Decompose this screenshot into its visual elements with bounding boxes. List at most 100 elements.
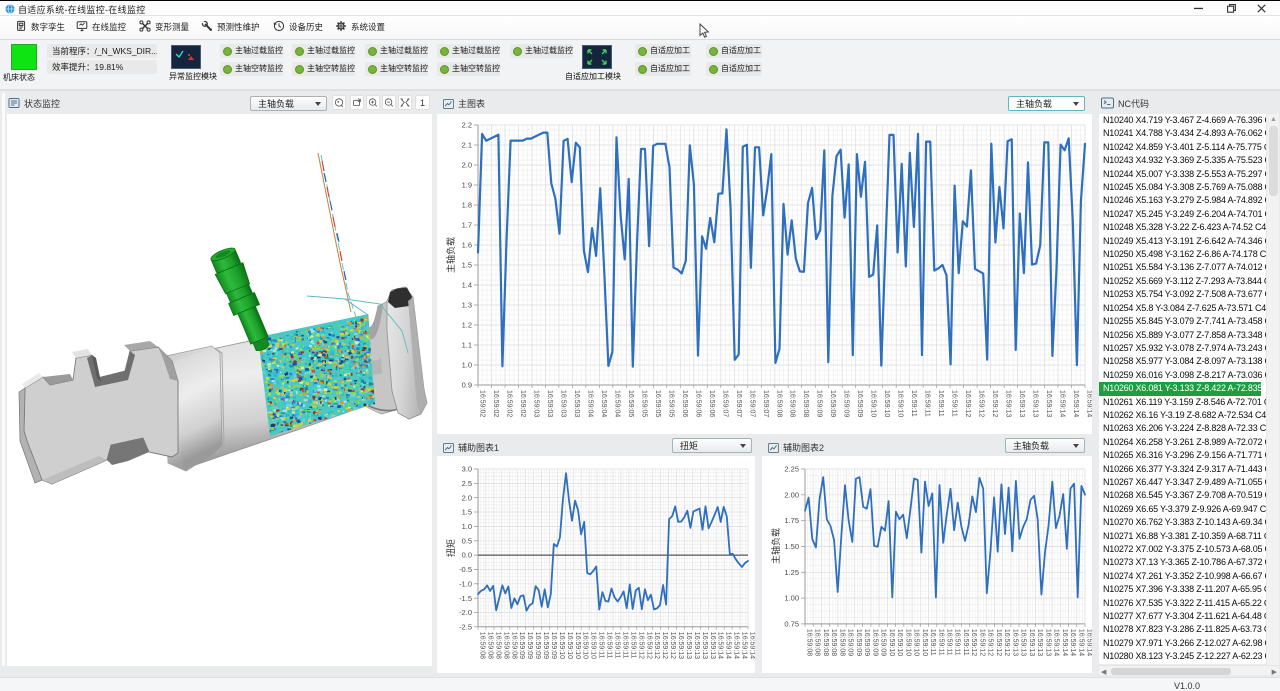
svg-text:1.4: 1.4 [462, 281, 472, 290]
svg-text:16:59:11: 16:59:11 [598, 632, 605, 659]
svg-text:16:59:05: 16:59:05 [654, 390, 661, 417]
svg-text:16:59:14: 16:59:14 [1072, 390, 1079, 417]
svg-text:2.00: 2.00 [784, 490, 799, 499]
svg-text:16:59:03: 16:59:03 [533, 390, 540, 417]
svg-text:16:59:14: 16:59:14 [1077, 629, 1084, 656]
svg-text:16:59:11: 16:59:11 [937, 390, 944, 417]
svg-text:16:59:08: 16:59:08 [838, 629, 845, 656]
svg-text:-1.5: -1.5 [459, 594, 472, 603]
svg-text:16:59:10: 16:59:10 [870, 390, 877, 417]
svg-text:16:59:13: 16:59:13 [709, 632, 716, 659]
svg-text:16:59:09: 16:59:09 [847, 629, 854, 656]
svg-text:16:59:05: 16:59:05 [627, 390, 634, 417]
svg-text:16:59:10: 16:59:10 [904, 629, 911, 656]
svg-text:16:59:09: 16:59:09 [863, 629, 870, 656]
svg-text:16:59:10: 16:59:10 [897, 390, 904, 417]
svg-text:16:59:03: 16:59:03 [573, 390, 580, 417]
svg-text:16:59:08: 16:59:08 [486, 632, 493, 659]
svg-text:16:59:13: 16:59:13 [701, 632, 708, 659]
svg-text:16:59:11: 16:59:11 [621, 632, 628, 659]
svg-text:1.75: 1.75 [784, 516, 799, 525]
svg-text:16:59:03: 16:59:03 [546, 390, 553, 417]
svg-text:16:59:08: 16:59:08 [479, 632, 486, 659]
svg-text:16:59:11: 16:59:11 [946, 629, 953, 656]
svg-text:16:59:14: 16:59:14 [1086, 390, 1093, 417]
svg-text:2.0: 2.0 [462, 161, 472, 170]
svg-text:16:59:08: 16:59:08 [822, 629, 829, 656]
svg-text:-1.0: -1.0 [459, 579, 472, 588]
svg-text:16:59:13: 16:59:13 [1044, 629, 1051, 656]
svg-text:16:59:09: 16:59:09 [518, 632, 525, 659]
svg-text:1.8: 1.8 [462, 201, 472, 210]
svg-text:16:59:06: 16:59:06 [708, 390, 715, 417]
svg-text:16:59:09: 16:59:09 [534, 632, 541, 659]
svg-text:16:59:07: 16:59:07 [748, 390, 755, 417]
svg-text:16:59:09: 16:59:09 [526, 632, 533, 659]
svg-text:16:59:14: 16:59:14 [1069, 629, 1076, 656]
svg-text:16:59:10: 16:59:10 [590, 632, 597, 659]
svg-text:16:59:09: 16:59:09 [550, 632, 557, 659]
svg-text:16:59:12: 16:59:12 [978, 390, 985, 417]
svg-text:16:59:11: 16:59:11 [962, 629, 969, 656]
svg-text:16:59:13: 16:59:13 [1020, 629, 1027, 656]
svg-text:16:59:09: 16:59:09 [542, 632, 549, 659]
svg-text:16:59:11: 16:59:11 [910, 390, 917, 417]
svg-text:16:59:02: 16:59:02 [506, 390, 513, 417]
svg-text:16:59:14: 16:59:14 [749, 632, 756, 659]
svg-text:16:59:14: 16:59:14 [725, 632, 732, 659]
svg-text:16:59:10: 16:59:10 [574, 632, 581, 659]
svg-text:16:59:12: 16:59:12 [995, 629, 1002, 656]
svg-text:16:59:03: 16:59:03 [559, 390, 566, 417]
svg-text:1.25: 1.25 [784, 568, 799, 577]
svg-text:16:59:12: 16:59:12 [653, 632, 660, 659]
svg-text:16:59:13: 16:59:13 [1028, 629, 1035, 656]
svg-text:16:59:14: 16:59:14 [717, 632, 724, 659]
svg-text:16:59:10: 16:59:10 [913, 629, 920, 656]
svg-text:1.0: 1.0 [462, 522, 472, 531]
svg-text:16:59:08: 16:59:08 [502, 632, 509, 659]
svg-text:16:59:11: 16:59:11 [629, 632, 636, 659]
svg-text:1.3: 1.3 [462, 301, 472, 310]
svg-text:16:59:12: 16:59:12 [991, 390, 998, 417]
svg-text:16:59:10: 16:59:10 [558, 632, 565, 659]
svg-text:16:59:14: 16:59:14 [1059, 390, 1066, 417]
svg-text:16:59:12: 16:59:12 [661, 632, 668, 659]
svg-text:16:59:14: 16:59:14 [1061, 629, 1068, 656]
svg-text:16:59:02: 16:59:02 [492, 390, 499, 417]
svg-text:1.7: 1.7 [462, 221, 472, 230]
svg-text:1.50: 1.50 [784, 542, 799, 551]
svg-text:-2.0: -2.0 [459, 608, 472, 617]
svg-text:16:59:12: 16:59:12 [669, 632, 676, 659]
svg-text:1.0: 1.0 [462, 361, 472, 370]
svg-text:16:59:08: 16:59:08 [775, 390, 782, 417]
svg-text:16:59:14: 16:59:14 [741, 632, 748, 659]
svg-text:1.5: 1.5 [462, 261, 472, 270]
svg-text:16:59:14: 16:59:14 [1053, 629, 1060, 656]
svg-text:16:59:09: 16:59:09 [855, 629, 862, 656]
svg-text:扭矩: 扭矩 [445, 539, 456, 557]
svg-text:0.75: 0.75 [784, 620, 799, 629]
svg-text:16:59:08: 16:59:08 [494, 632, 501, 659]
svg-text:16:59:11: 16:59:11 [924, 390, 931, 417]
svg-text:16:59:10: 16:59:10 [896, 629, 903, 656]
svg-text:16:59:04: 16:59:04 [600, 390, 607, 417]
svg-text:16:59:09: 16:59:09 [843, 390, 850, 417]
svg-text:0.9: 0.9 [462, 381, 472, 390]
svg-text:16:59:11: 16:59:11 [606, 632, 613, 659]
svg-text:16:59:13: 16:59:13 [693, 632, 700, 659]
svg-text:1.1: 1.1 [462, 341, 472, 350]
svg-text:-2.5: -2.5 [459, 622, 472, 631]
svg-text:16:59:12: 16:59:12 [987, 629, 994, 656]
svg-text:16:59:07: 16:59:07 [735, 390, 742, 417]
svg-text:16:59:14: 16:59:14 [1086, 629, 1093, 656]
svg-text:16:59:07: 16:59:07 [721, 390, 728, 417]
svg-text:主轴负载: 主轴负载 [445, 237, 456, 273]
svg-text:16:59:02: 16:59:02 [519, 390, 526, 417]
svg-text:16:59:10: 16:59:10 [582, 632, 589, 659]
svg-text:3.0: 3.0 [462, 465, 472, 474]
svg-text:16:59:10: 16:59:10 [921, 629, 928, 656]
svg-text:16:59:13: 16:59:13 [1036, 629, 1043, 656]
svg-text:2.1: 2.1 [462, 141, 472, 150]
svg-text:1.00: 1.00 [784, 594, 799, 603]
svg-text:16:59:08: 16:59:08 [830, 629, 837, 656]
